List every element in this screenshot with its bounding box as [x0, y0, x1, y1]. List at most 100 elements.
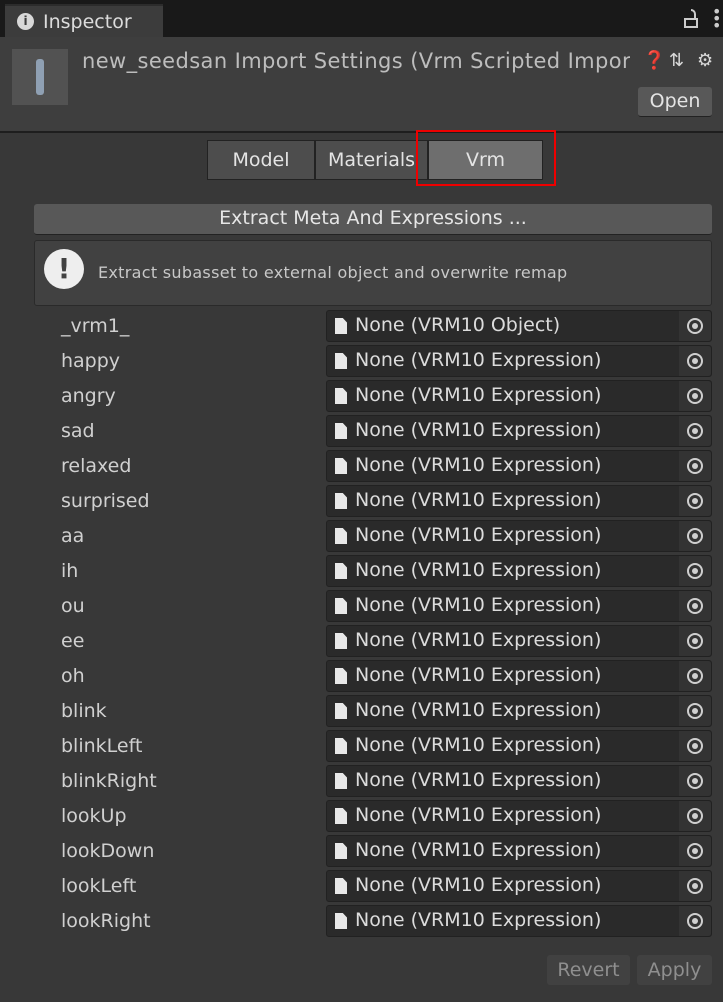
object-field[interactable]: None (VRM10 Expression): [326, 345, 712, 377]
object-picker-button[interactable]: [679, 346, 711, 376]
field-label: surprised: [61, 490, 150, 512]
extract-meta-button[interactable]: Extract Meta And Expressions ...: [34, 204, 712, 235]
document-icon: [335, 668, 347, 684]
document-icon: [335, 388, 347, 404]
inspector-tab[interactable]: i Inspector: [5, 4, 163, 37]
field-row: surprised None (VRM10 Expression): [0, 485, 723, 520]
field-value: None (VRM10 Expression): [355, 454, 602, 476]
object-field[interactable]: None (VRM10 Expression): [326, 730, 712, 762]
target-icon: [687, 738, 703, 754]
gear-icon[interactable]: ⚙: [697, 50, 713, 71]
target-icon: [687, 843, 703, 859]
object-picker-button[interactable]: [679, 381, 711, 411]
field-label: ih: [61, 560, 79, 582]
field-value: None (VRM10 Expression): [355, 524, 602, 546]
object-field[interactable]: None (VRM10 Expression): [326, 520, 712, 552]
help-box: ! Extract subasset to external object an…: [34, 240, 712, 306]
field-value: None (VRM10 Expression): [355, 419, 602, 441]
object-picker-button[interactable]: [679, 521, 711, 551]
object-picker-button[interactable]: [679, 801, 711, 831]
warning-icon: !: [44, 249, 84, 289]
open-button[interactable]: Open: [638, 87, 712, 117]
import-settings-header: new_seedsan Import Settings (Vrm Scripte…: [0, 37, 723, 133]
object-picker-button[interactable]: [679, 696, 711, 726]
tab-model[interactable]: Model: [207, 140, 315, 180]
document-icon: [335, 773, 347, 789]
object-picker-button[interactable]: [679, 661, 711, 691]
object-picker-button[interactable]: [679, 871, 711, 901]
help-text: Extract subasset to external object and …: [98, 263, 568, 282]
object-picker-button[interactable]: [679, 731, 711, 761]
document-icon: [335, 493, 347, 509]
apply-button[interactable]: Apply: [637, 955, 712, 985]
document-icon: [335, 738, 347, 754]
object-field[interactable]: None (VRM10 Object): [326, 310, 712, 342]
object-field[interactable]: None (VRM10 Expression): [326, 485, 712, 517]
field-label: sad: [61, 420, 95, 442]
document-icon: [335, 633, 347, 649]
tab-materials[interactable]: Materials: [315, 140, 428, 180]
document-icon: [335, 318, 347, 334]
target-icon: [687, 353, 703, 369]
field-row: blinkLeft None (VRM10 Expression): [0, 730, 723, 765]
object-picker-button[interactable]: [679, 311, 711, 341]
target-icon: [687, 388, 703, 404]
field-value: None (VRM10 Expression): [355, 699, 602, 721]
object-field[interactable]: None (VRM10 Expression): [326, 450, 712, 482]
object-picker-button[interactable]: [679, 626, 711, 656]
object-field[interactable]: None (VRM10 Expression): [326, 800, 712, 832]
target-icon: [687, 493, 703, 509]
document-icon: [335, 913, 347, 929]
object-picker-button[interactable]: [679, 591, 711, 621]
object-picker-button[interactable]: [679, 906, 711, 936]
object-picker-button[interactable]: [679, 556, 711, 586]
field-label: oh: [61, 665, 85, 687]
object-field[interactable]: None (VRM10 Expression): [326, 905, 712, 937]
field-row: blinkRight None (VRM10 Expression): [0, 765, 723, 800]
field-label: relaxed: [61, 455, 132, 477]
field-label: lookLeft: [61, 875, 137, 897]
target-icon: [687, 703, 703, 719]
object-field[interactable]: None (VRM10 Expression): [326, 380, 712, 412]
more-options-icon[interactable]: • • •: [712, 4, 721, 34]
target-icon: [687, 913, 703, 929]
preset-sliders-icon[interactable]: ⇅: [669, 50, 684, 71]
object-picker-button[interactable]: [679, 766, 711, 796]
revert-button[interactable]: Revert: [547, 955, 630, 985]
field-label: blinkLeft: [61, 735, 143, 757]
object-picker-button[interactable]: [679, 416, 711, 446]
model-thumbnail: [12, 49, 68, 105]
object-field[interactable]: None (VRM10 Expression): [326, 555, 712, 587]
object-field[interactable]: None (VRM10 Expression): [326, 660, 712, 692]
object-field[interactable]: None (VRM10 Expression): [326, 415, 712, 447]
help-icon[interactable]: ❓: [643, 50, 665, 71]
field-value: None (VRM10 Expression): [355, 629, 602, 651]
object-field[interactable]: None (VRM10 Expression): [326, 695, 712, 727]
object-field[interactable]: None (VRM10 Expression): [326, 590, 712, 622]
target-icon: [687, 598, 703, 614]
field-value: None (VRM10 Expression): [355, 734, 602, 756]
inspector-tab-label: Inspector: [43, 10, 132, 33]
lock-icon[interactable]: [684, 9, 698, 29]
object-field[interactable]: None (VRM10 Expression): [326, 835, 712, 867]
object-picker-button[interactable]: [679, 451, 711, 481]
field-row: relaxed None (VRM10 Expression): [0, 450, 723, 485]
field-label: blinkRight: [61, 770, 157, 792]
field-value: None (VRM10 Expression): [355, 909, 602, 931]
object-field[interactable]: None (VRM10 Expression): [326, 765, 712, 797]
info-icon: i: [17, 13, 34, 30]
field-row: angry None (VRM10 Expression): [0, 380, 723, 415]
field-value: None (VRM10 Object): [355, 314, 561, 336]
field-label: ee: [61, 630, 85, 652]
field-label: blink: [61, 700, 107, 722]
highlight-box: [416, 130, 556, 186]
field-row: lookDown None (VRM10 Expression): [0, 835, 723, 870]
field-value: None (VRM10 Expression): [355, 804, 602, 826]
object-picker-button[interactable]: [679, 836, 711, 866]
object-field[interactable]: None (VRM10 Expression): [326, 625, 712, 657]
field-row: oh None (VRM10 Expression): [0, 660, 723, 695]
object-field[interactable]: None (VRM10 Expression): [326, 870, 712, 902]
field-value: None (VRM10 Expression): [355, 664, 602, 686]
document-icon: [335, 703, 347, 719]
object-picker-button[interactable]: [679, 486, 711, 516]
